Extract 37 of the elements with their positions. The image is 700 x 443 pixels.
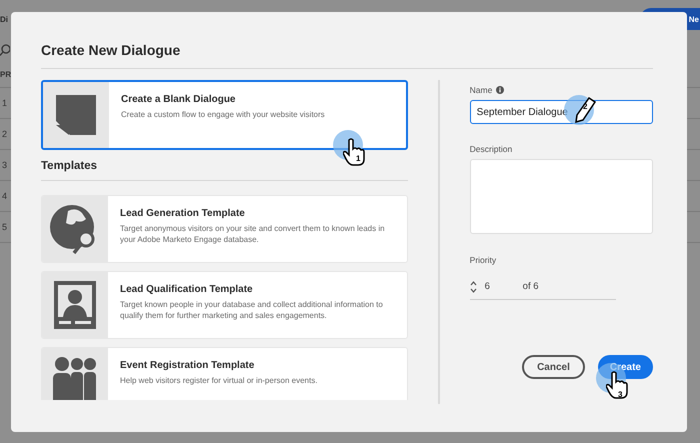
field-label: Priority	[470, 255, 496, 265]
card-title: Event Registration Template	[120, 360, 256, 371]
description-field[interactable]	[470, 159, 653, 234]
blank-page-icon	[55, 94, 97, 136]
priority-total: of 6	[522, 281, 539, 292]
row-number: 1	[2, 98, 8, 108]
blank-dialogue-card[interactable]: Create a Blank Dialogue Create a custom flow to engage with your website visitors	[41, 80, 408, 150]
step-number: 1	[356, 154, 360, 163]
info-icon	[496, 86, 504, 94]
dialog-title: Create New Dialogue	[41, 42, 653, 69]
card-title: Lead Qualification Template	[120, 284, 254, 295]
row-number: 2	[2, 129, 8, 139]
portrait-card-icon	[53, 280, 97, 330]
cancel-button[interactable]: Cancel	[522, 355, 585, 379]
hand-cursor-icon	[606, 371, 628, 399]
card-title: Lead Generation Template	[120, 208, 246, 219]
priority-value[interactable]: 6	[484, 281, 515, 292]
field-label: Description	[470, 144, 512, 154]
card-description: Help web visitors register for virtual or in-person events.	[120, 376, 318, 387]
card-title: Create a Blank Dialogue	[121, 94, 236, 105]
column-header: PR	[0, 70, 12, 79]
search-icon[interactable]	[0, 44, 10, 56]
pencil-icon	[574, 97, 596, 123]
hand-cursor-icon	[343, 138, 365, 166]
stepper-arrows-icon[interactable]	[470, 280, 477, 294]
step-number: 3	[618, 390, 622, 399]
card-description: Target anonymous visitors on your site and convert them to known leads in your Adobe Marketo Engage database.	[120, 224, 386, 246]
card-description: Create a custom flow to engage with your website visitors	[121, 110, 325, 121]
row-number: 4	[2, 191, 8, 201]
field-label: Name	[470, 85, 492, 95]
row-number: 3	[2, 160, 8, 170]
card-description: Target known people in your database and collect additional information to qualify them for further marketing and sales engagements.	[120, 300, 384, 322]
page-title: Di	[0, 14, 8, 24]
template-card[interactable]: Lead Generation Template Target anonymous visitors on your site and convert them to known leads in your Adobe Marketo Engage database.	[41, 195, 408, 263]
template-card[interactable]: Event Registration Template Help web visitors register for virtual or in-person events.	[41, 347, 408, 400]
template-card[interactable]: Lead Qualification Template Target known people in your database and collect additional information to qualify them for further marketing and sales engagements.	[41, 271, 408, 339]
row-number: 5	[2, 222, 8, 232]
